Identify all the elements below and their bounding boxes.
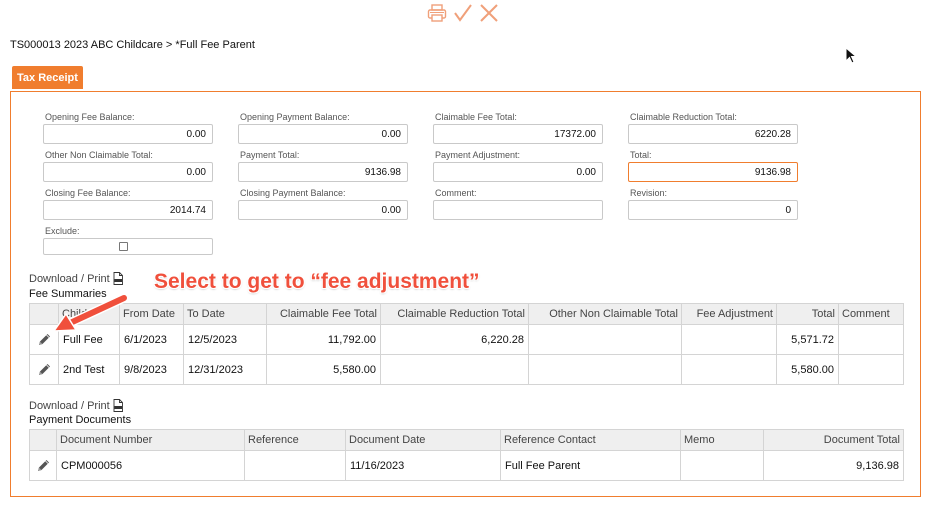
column-header-other-non-claimable-total[interactable]: Other Non Claimable Total xyxy=(528,303,682,325)
payment-total-label: Payment Total: xyxy=(240,150,300,160)
opening-payment-balance-label: Opening Payment Balance: xyxy=(240,112,350,122)
cell-claimable-reduction-total: 6,220.28 xyxy=(380,324,529,355)
payment-documents-title: Payment Documents xyxy=(29,414,132,426)
revision-field[interactable]: 0 xyxy=(628,200,798,220)
cell-claimable-reduction-total xyxy=(380,354,529,385)
csv-file-icon xyxy=(113,399,123,412)
closing-fee-balance-label: Closing Fee Balance: xyxy=(45,188,131,198)
closing-payment-balance-field[interactable]: 0.00 xyxy=(238,200,408,220)
cell-total: 5,571.72 xyxy=(776,324,839,355)
column-header-memo[interactable]: Memo xyxy=(680,429,764,451)
cell-claimable-fee-total: 5,580.00 xyxy=(266,354,381,385)
opening-fee-balance-label: Opening Fee Balance: xyxy=(45,112,135,122)
claimable-fee-total-field[interactable]: 17372.00 xyxy=(433,124,603,144)
table-row: CPM000056 11/16/2023 Full Fee Parent 9,1… xyxy=(29,450,904,481)
column-header-claimable-reduction-total[interactable]: Claimable Reduction Total xyxy=(380,303,529,325)
claimable-reduction-total-label: Claimable Reduction Total: xyxy=(630,112,737,122)
other-non-claimable-total-field[interactable]: 0.00 xyxy=(43,162,213,182)
cell-document-date: 11/16/2023 xyxy=(345,450,501,481)
toolbar xyxy=(426,2,500,24)
cell-fee-adjustment xyxy=(681,324,777,355)
opening-payment-balance-field[interactable]: 0.00 xyxy=(238,124,408,144)
mouse-cursor-icon xyxy=(845,46,858,70)
total-field[interactable]: 9136.98 xyxy=(628,162,798,182)
column-header-document-date[interactable]: Document Date xyxy=(345,429,501,451)
column-header-document-total[interactable]: Document Total xyxy=(763,429,904,451)
fee-summaries-download[interactable]: Download / Print xyxy=(29,272,123,285)
cell-from-date: 9/8/2023 xyxy=(119,354,184,385)
table-row: Full Fee 6/1/2023 12/5/2023 11,792.00 6,… xyxy=(29,324,904,355)
total-label: Total: xyxy=(630,150,652,160)
annotation-callout: Select to get to “fee adjustment” xyxy=(154,270,480,293)
edit-cell xyxy=(29,450,57,481)
exclude-label: Exclude: xyxy=(45,226,80,236)
closing-payment-balance-label: Closing Payment Balance: xyxy=(240,188,346,198)
fee-summaries-header-row: Child From Date To Date Claimable Fee To… xyxy=(29,303,904,325)
cell-claimable-fee-total: 11,792.00 xyxy=(266,324,381,355)
comment-field[interactable] xyxy=(433,200,603,220)
revision-label: Revision: xyxy=(630,188,668,198)
cell-document-total: 9,136.98 xyxy=(763,450,904,481)
close-icon[interactable] xyxy=(478,2,500,24)
cell-fee-adjustment xyxy=(681,354,777,385)
cell-other-non-claimable-total xyxy=(528,354,682,385)
column-header-reference[interactable]: Reference xyxy=(244,429,346,451)
edit-cell xyxy=(29,354,59,385)
breadcrumb: TS000013 2023 ABC Childcare > *Full Fee … xyxy=(10,39,255,51)
column-header-to-date[interactable]: To Date xyxy=(183,303,267,325)
printer-icon[interactable] xyxy=(426,2,448,24)
exclude-field xyxy=(43,238,213,255)
tab-tax-receipt[interactable]: Tax Receipt xyxy=(12,66,83,89)
column-header-comment[interactable]: Comment xyxy=(838,303,904,325)
payment-documents-download-label: Download / Print xyxy=(29,399,110,412)
claimable-reduction-total-field[interactable]: 6220.28 xyxy=(628,124,798,144)
payment-adjustment-field[interactable]: 0.00 xyxy=(433,162,603,182)
cell-comment xyxy=(838,354,904,385)
opening-fee-balance-field[interactable]: 0.00 xyxy=(43,124,213,144)
payment-documents-header-row: Document Number Reference Document Date … xyxy=(29,429,904,451)
fee-summaries-download-label: Download / Print xyxy=(29,272,110,285)
comment-label: Comment: xyxy=(435,188,477,198)
payment-total-field[interactable]: 9136.98 xyxy=(238,162,408,182)
csv-file-icon xyxy=(113,272,123,285)
exclude-checkbox[interactable] xyxy=(119,242,128,251)
cell-other-non-claimable-total xyxy=(528,324,682,355)
cell-comment xyxy=(838,324,904,355)
pencil-icon[interactable] xyxy=(36,362,52,378)
cell-total: 5,580.00 xyxy=(776,354,839,385)
cell-to-date: 12/5/2023 xyxy=(183,324,267,355)
column-header-fee-adjustment[interactable]: Fee Adjustment xyxy=(681,303,777,325)
payment-adjustment-label: Payment Adjustment: xyxy=(435,150,521,160)
payment-documents-download[interactable]: Download / Print xyxy=(29,399,123,412)
table-row: 2nd Test 9/8/2023 12/31/2023 5,580.00 5,… xyxy=(29,354,904,385)
column-header-claimable-fee-total[interactable]: Claimable Fee Total xyxy=(266,303,381,325)
cell-reference xyxy=(244,450,346,481)
closing-fee-balance-field[interactable]: 2014.74 xyxy=(43,200,213,220)
cell-reference-contact: Full Fee Parent xyxy=(500,450,681,481)
checkmark-icon[interactable] xyxy=(452,2,474,24)
column-header-reference-contact[interactable]: Reference Contact xyxy=(500,429,681,451)
column-header-total[interactable]: Total xyxy=(776,303,839,325)
claimable-fee-total-label: Claimable Fee Total: xyxy=(435,112,517,122)
cell-document-number: CPM000056 xyxy=(56,450,245,481)
fee-summaries-table: Child From Date To Date Claimable Fee To… xyxy=(29,303,904,385)
cell-to-date: 12/31/2023 xyxy=(183,354,267,385)
payment-documents-table: Document Number Reference Document Date … xyxy=(29,429,904,481)
edit-column-header xyxy=(29,429,57,451)
column-header-document-number[interactable]: Document Number xyxy=(56,429,245,451)
annotation-arrow-icon xyxy=(53,293,129,332)
cell-child: 2nd Test xyxy=(58,354,120,385)
other-non-claimable-total-label: Other Non Claimable Total: xyxy=(45,150,153,160)
cell-memo xyxy=(680,450,764,481)
pencil-icon[interactable] xyxy=(35,458,51,474)
